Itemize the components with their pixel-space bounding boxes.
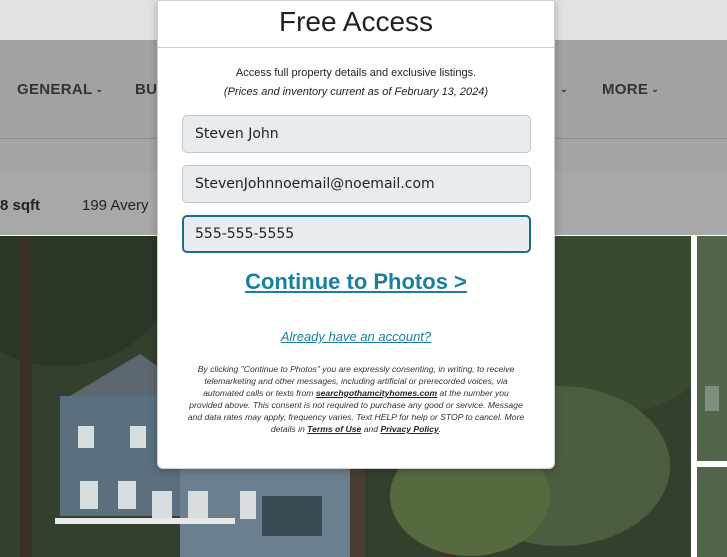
modal-intro: Access full property details and exclusi… xyxy=(235,67,477,79)
phone-field[interactable] xyxy=(182,215,531,253)
free-access-modal: Free Access Access full property details… xyxy=(157,0,555,469)
side-photo xyxy=(697,236,727,557)
modal-title: Free Access xyxy=(278,6,434,37)
nav-more[interactable]: MORE ⌄ xyxy=(602,81,659,98)
nav-hidden-menu[interactable]: ⌄ xyxy=(557,81,568,98)
terms-of-use-link[interactable]: Terms of Use xyxy=(307,424,361,434)
consent-and: and xyxy=(361,424,381,434)
chevron-down-icon: ⌄ xyxy=(651,84,660,94)
consent-text: By clicking "Continue to Photos" you are… xyxy=(186,363,526,435)
listing-address: 199 Avery xyxy=(82,197,149,214)
listing-sqft: 8 sqft xyxy=(0,197,41,214)
chevron-down-icon: ⌄ xyxy=(95,84,104,94)
continue-to-photos-button[interactable]: Continue to Photos > xyxy=(158,269,554,295)
site-link[interactable]: searchgothamcityhomes.com xyxy=(316,388,437,398)
chevron-down-icon: ⌄ xyxy=(560,84,568,94)
modal-divider xyxy=(158,47,554,48)
consent-end: . xyxy=(438,424,442,434)
name-field[interactable] xyxy=(182,115,531,153)
already-have-account-link[interactable]: Already have an account? xyxy=(158,329,554,344)
modal-note: (Prices and inventory current as of Febr… xyxy=(223,86,489,98)
nav-bu[interactable]: BU xyxy=(135,81,157,98)
nav-more-label: MORE xyxy=(602,81,649,98)
email-field[interactable] xyxy=(182,165,531,203)
listing-photo-side[interactable] xyxy=(697,236,727,557)
privacy-policy-link[interactable]: Privacy Policy xyxy=(380,424,438,434)
nav-general-label: GENERAL xyxy=(17,81,93,98)
nav-general[interactable]: GENERAL ⌄ xyxy=(17,81,103,98)
nav-bu-label: BU xyxy=(135,81,158,98)
